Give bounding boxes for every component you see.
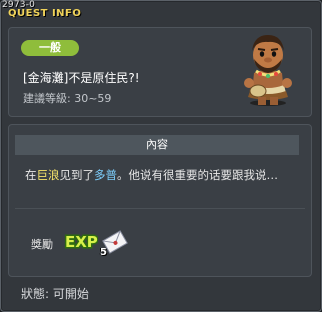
quest-description: 在巨浪见到了多普。他说有很重要的话要跟我说… [25, 167, 305, 183]
location-link[interactable]: 巨浪 [37, 168, 60, 182]
description-text: 在 [25, 168, 37, 182]
reward-item-count: 5 [100, 247, 107, 258]
exp-label: EXP [65, 233, 98, 251]
description-text: 。他说有很重要的话要跟我说… [117, 168, 278, 182]
section-divider [15, 208, 305, 209]
category-badge: 一般 [21, 40, 79, 56]
recommended-level: 建議等級: 30~59 [23, 90, 111, 106]
level-range: 30~59 [74, 92, 112, 105]
content-header: 內容 [15, 135, 299, 155]
description-text: 见到了 [59, 168, 95, 182]
exp-icon: EXP EXP [64, 232, 98, 252]
reward-label: 獎勵 [31, 238, 53, 251]
npc-link[interactable]: 多普 [94, 168, 117, 182]
level-label: 建議等級: [23, 92, 71, 105]
title-bar[interactable]: 2973-0 QUEST INFO [0, 0, 320, 22]
quest-status: 狀態: 可開始 [21, 287, 89, 301]
quest-name: [金海灘]不是原住民?! [23, 71, 140, 85]
window-title: QUEST INFO [8, 8, 82, 19]
npc-portrait [244, 35, 292, 106]
